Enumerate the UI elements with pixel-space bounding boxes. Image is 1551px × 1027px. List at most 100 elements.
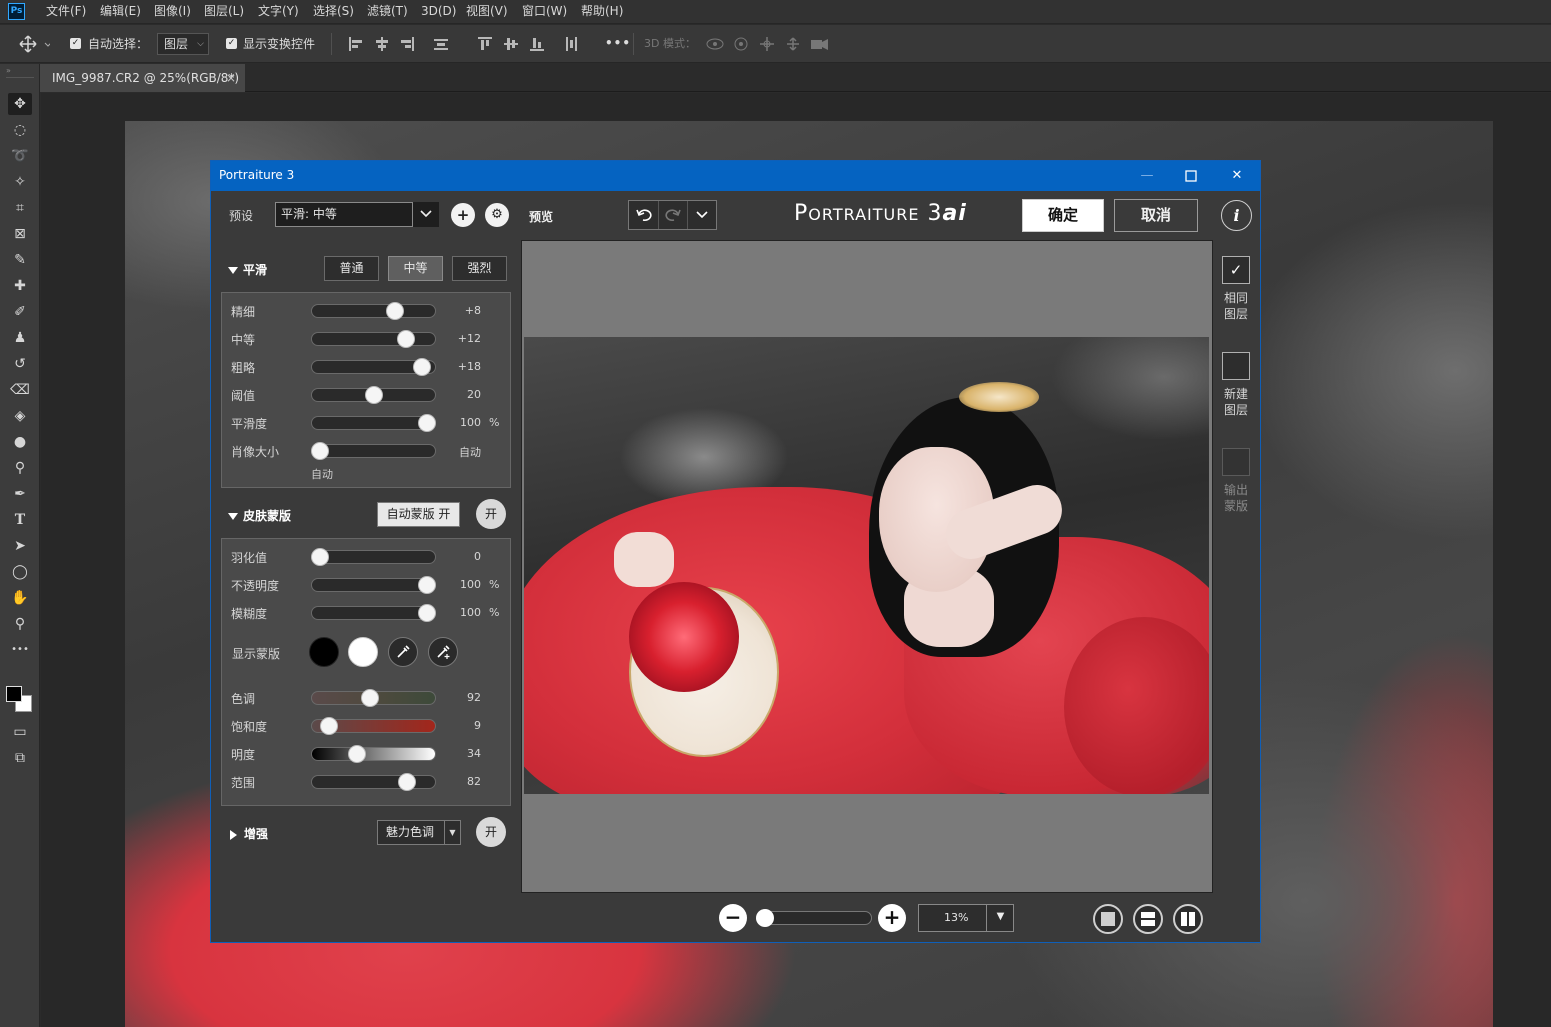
slider-track[interactable] [311,332,436,346]
single-view-button[interactable] [1093,904,1123,934]
menu-edit[interactable]: 编辑(E) [100,3,141,20]
auto-select-target-select[interactable]: 图层 ⌵ [157,33,209,55]
path-select-tool-icon[interactable]: ➤ [8,535,32,557]
paint-bucket-tool-icon[interactable]: ◈ [8,405,32,427]
smoothing-mode-strong[interactable]: 强烈 [452,256,507,281]
zoom-tool-icon[interactable]: ⚲ [8,613,32,635]
menu-file[interactable]: 文件(F) [46,3,86,20]
split-horizontal-view-button[interactable] [1133,904,1163,934]
menu-window[interactable]: 窗口(W) [522,3,567,20]
slider-thumb[interactable] [385,302,404,320]
document-tab[interactable]: IMG_9987.CR2 @ 25%(RGB/8*) × [40,64,245,92]
hand-tool-icon[interactable]: ✋ [8,587,32,609]
slider-thumb[interactable] [310,548,329,566]
smoothing-mode-normal[interactable]: 普通 [324,256,379,281]
align-vcenter-icon[interactable] [504,37,518,51]
stamp-tool-icon[interactable]: ♟ [8,327,32,349]
move-tool-icon[interactable]: ✥ [8,93,32,115]
brush-tool-icon[interactable]: ✐ [8,301,32,323]
more-options-button[interactable]: ••• [605,35,631,51]
align-left-icon[interactable] [349,37,363,51]
3d-roll-icon[interactable] [734,37,748,51]
eyedropper-plus-button[interactable] [428,637,458,667]
enhance-preset-select[interactable]: 魅力色调 ▼ [377,820,461,845]
menu-filter[interactable]: 滤镜(T) [367,3,408,20]
smoothing-section-header[interactable]: 平滑 [228,261,267,278]
menu-layer[interactable]: 图层(L) [204,3,244,20]
enhance-section-header[interactable]: 增强 [230,825,268,842]
slider-thumb[interactable] [360,689,379,707]
zoom-dropdown-button[interactable]: ▼ [986,904,1014,932]
skin-mask-section-header[interactable]: 皮肤蒙版 [228,507,291,524]
zoom-out-button[interactable]: − [719,904,747,932]
marquee-tool-icon[interactable]: ◌ [8,119,32,141]
skin-mask-on-button[interactable]: 开 [476,499,506,529]
3d-pan-icon[interactable] [760,37,774,51]
move-tool-preset[interactable] [18,34,52,54]
screen-mode-icon[interactable]: ⧉ [8,747,32,769]
slider-track[interactable] [311,304,436,318]
pen-tool-icon[interactable]: ✒ [8,483,32,505]
slider-thumb[interactable] [310,442,329,460]
slider-thumb[interactable] [364,386,383,404]
smoothing-mode-medium[interactable]: 中等 [388,256,443,281]
ok-button[interactable]: 确定 [1022,199,1104,232]
quick-mask-icon[interactable]: ▭ [8,721,32,743]
dialog-titlebar[interactable]: Portraiture 3 — ✕ [211,161,1260,191]
zoom-in-button[interactable]: + [878,904,906,932]
more-tool-icon[interactable]: ••• [8,639,32,661]
slider-track[interactable] [311,444,436,458]
3d-orbit-icon[interactable] [706,38,724,50]
lasso-tool-icon[interactable]: ➰ [8,145,32,167]
history-brush-tool-icon[interactable]: ↺ [8,353,32,375]
auto-mask-button[interactable]: 自动蒙版 开 [377,502,460,527]
healing-tool-icon[interactable]: ✚ [8,275,32,297]
menu-view[interactable]: 视图(V) [466,3,508,20]
align-top-icon[interactable] [478,37,492,51]
close-button[interactable]: ✕ [1228,167,1246,185]
menu-type[interactable]: 文字(Y) [258,3,299,20]
distribute-horizontal-icon[interactable] [434,37,448,51]
type-tool-icon[interactable]: T [8,509,32,531]
slider-thumb[interactable] [418,604,437,622]
3d-camera-icon[interactable] [811,39,828,50]
foreground-color-swatch[interactable] [6,686,22,702]
mask-white-swatch[interactable] [348,637,378,667]
eyedropper-tool-icon[interactable]: ✎ [8,249,32,271]
align-right-icon[interactable] [400,37,414,51]
menu-help[interactable]: 帮助(H) [581,3,623,20]
slider-track[interactable] [311,550,436,564]
eyedropper-button[interactable] [388,637,418,667]
collapse-icon[interactable]: » [6,66,11,75]
add-preset-button[interactable]: + [451,203,475,227]
menu-select[interactable]: 选择(S) [313,3,354,20]
magic-wand-tool-icon[interactable]: ✧ [8,171,32,193]
frame-tool-icon[interactable]: ⊠ [8,223,32,245]
align-bottom-icon[interactable] [530,37,544,51]
eraser-tool-icon[interactable]: ⌫ [8,379,32,401]
maximize-button[interactable] [1182,167,1200,185]
auto-select-checkbox[interactable]: ✓ [70,38,81,49]
new-layer-checkbox[interactable] [1222,352,1250,380]
cancel-button[interactable]: 取消 [1114,199,1198,232]
crop-tool-icon[interactable]: ⌗ [8,197,32,219]
split-vertical-view-button[interactable] [1173,904,1203,934]
preset-settings-button[interactable]: ⚙ [485,203,509,227]
3d-slide-icon[interactable] [787,37,799,51]
preview-image[interactable] [524,337,1209,794]
slider-track[interactable] [311,747,436,761]
zoom-slider-thumb[interactable] [756,909,774,927]
mask-black-swatch[interactable] [309,637,339,667]
slider-track[interactable] [311,775,436,789]
ellipse-tool-icon[interactable]: ◯ [8,561,32,583]
show-transform-checkbox[interactable]: ✓ [226,38,237,49]
minimize-button[interactable]: — [1138,167,1156,185]
output-mask-checkbox[interactable] [1222,448,1250,476]
dodge-tool-icon[interactable]: ⚲ [8,457,32,479]
history-dropdown-button[interactable] [687,201,716,229]
info-button[interactable]: i [1221,200,1252,231]
slider-thumb[interactable] [418,414,437,432]
slider-thumb[interactable] [347,745,366,763]
preview-area[interactable] [521,240,1213,893]
enhance-on-button[interactable]: 开 [476,817,506,847]
